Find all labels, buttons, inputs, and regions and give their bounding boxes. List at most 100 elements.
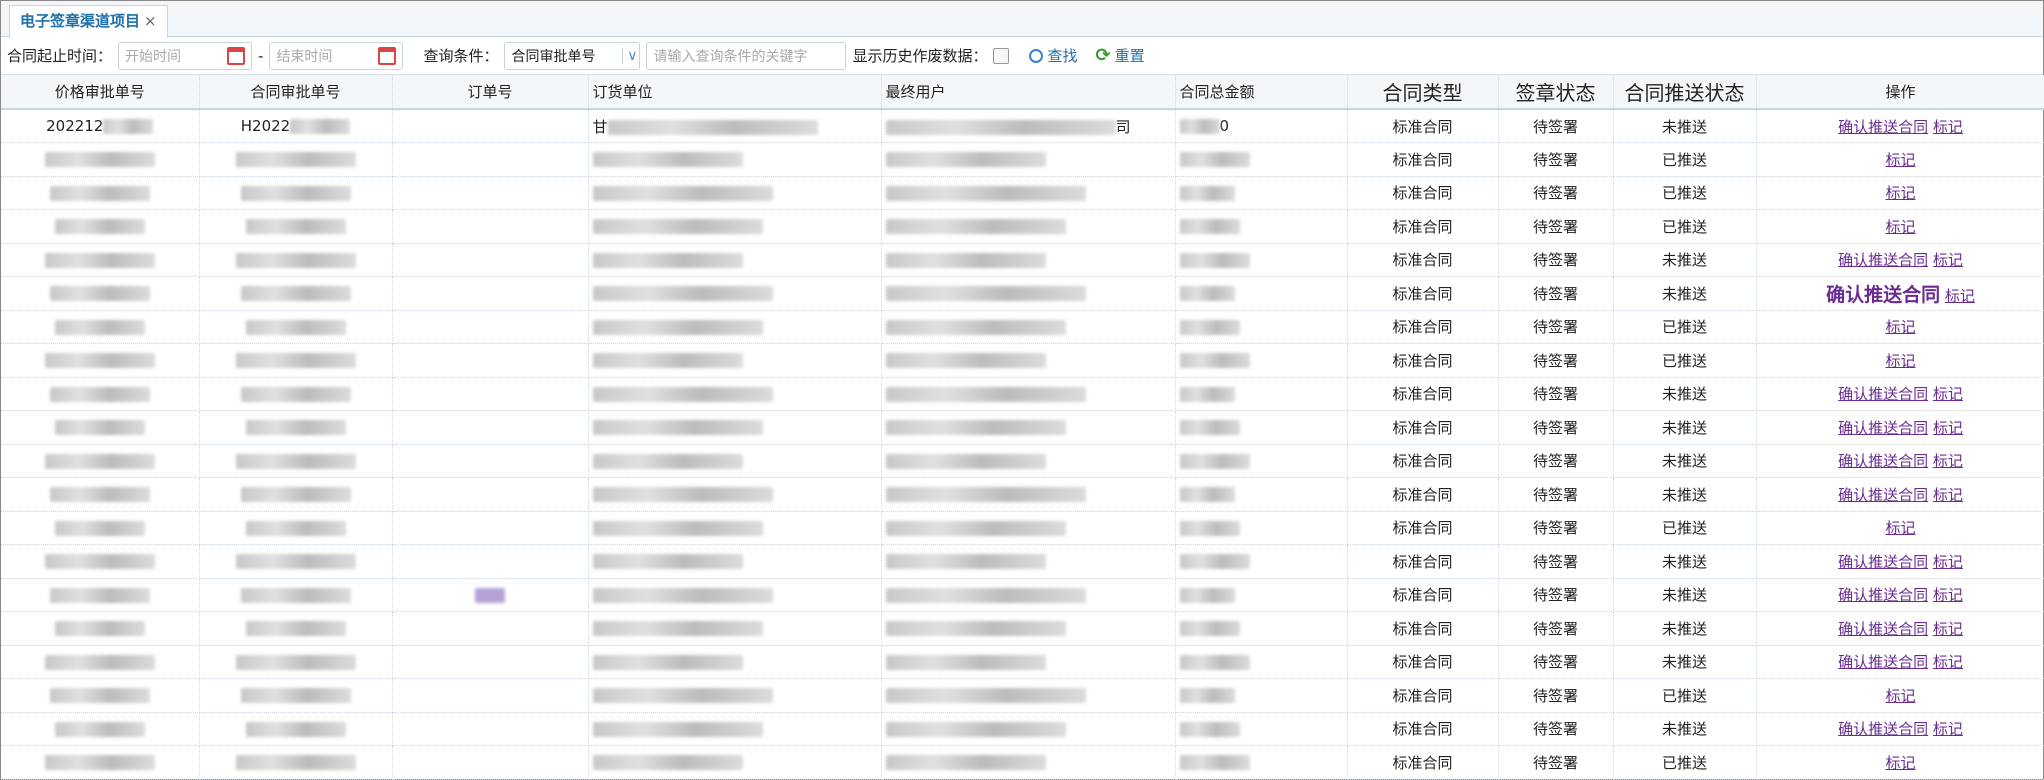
query-condition-select[interactable]: 合同审批单号 ∨ [504,41,641,70]
redacted-text [235,554,356,570]
ordering-unit-cell [588,343,882,378]
mark-link[interactable]: 标记 [1933,653,1963,671]
mark-link[interactable]: 标记 [1933,620,1963,638]
end-user-cell [881,176,1176,210]
end-user-cell: 司 [881,109,1176,143]
actions-cell: 标记 [1756,343,2044,378]
start-date-input[interactable]: 开始时间 [118,41,253,70]
mark-link[interactable]: 标记 [1885,151,1915,169]
mark-link[interactable]: 标记 [1885,318,1915,336]
mark-link[interactable]: 标记 [1885,218,1915,236]
refresh-icon: ⟳ [1095,45,1111,66]
actions-cell: 标记 [1756,745,2044,780]
mark-link[interactable]: 标记 [1933,553,1963,571]
contract-amount-cell [1175,477,1348,512]
contract-type-cell: 标准合同 [1347,142,1499,177]
table-row: 标准合同 待签署 未推送 确认推送合同 标记 [1,477,2044,512]
mark-link[interactable]: 标记 [1885,352,1915,370]
mark-link[interactable]: 标记 [1933,586,1963,604]
contract-approval-no-cell [199,310,393,344]
confirm-push-contract-link[interactable]: 确认推送合同 [1838,385,1928,403]
contract-amount-cell [1175,410,1348,445]
order-no-cell [392,276,589,311]
contract-type-cell: 标准合同 [1347,243,1499,277]
actions-cell: 确认推送合同 标记 [1756,276,2044,311]
end-user-cell [881,544,1176,579]
confirm-push-contract-link[interactable]: 确认推送合同 [1838,251,1928,269]
confirm-push-contract-link[interactable]: 确认推送合同 [1838,620,1928,638]
push-status-cell: 已推送 [1613,511,1757,545]
confirm-push-contract-link[interactable]: 确认推送合同 [1838,419,1928,437]
push-status-cell: 未推送 [1613,645,1757,679]
mark-link[interactable]: 标记 [1933,452,1963,470]
confirm-push-contract-link[interactable]: 确认推送合同 [1838,720,1928,738]
search-button[interactable]: 查找 [1029,45,1077,66]
price-approval-no-cell [1,176,200,210]
sign-status-cell: 待签署 [1498,511,1614,545]
mark-link[interactable]: 标记 [1885,687,1915,705]
price-approval-no-cell [1,410,200,445]
end-date-input[interactable]: 结束时间 [269,41,404,70]
order-no-cell [392,511,589,545]
push-status-cell: 未推送 [1613,444,1757,478]
table-row: 标准合同 待签署 未推送 确认推送合同 标记 [1,243,2044,277]
confirm-push-contract-link[interactable]: 确认推送合同 [1838,653,1928,671]
show-history-checkbox[interactable] [993,47,1010,64]
contract-approval-no-cell [199,578,393,612]
confirm-push-contract-link[interactable]: 确认推送合同 [1838,553,1928,571]
mark-link[interactable]: 标记 [1933,486,1963,504]
contract-type-cell: 标准合同 [1347,276,1499,311]
confirm-push-contract-link[interactable]: 确认推送合同 [1838,118,1928,136]
mark-link[interactable]: 标记 [1933,251,1963,269]
redacted-text [235,755,356,771]
mark-link[interactable]: 标记 [1885,754,1915,772]
redacted-text [44,654,155,670]
redacted-text [240,286,351,302]
contract-amount-cell: 0 [1175,109,1348,143]
mark-link[interactable]: 标记 [1933,419,1963,437]
mark-link[interactable]: 标记 [1933,720,1963,738]
tab-label: 电子签章渠道项目 [20,12,141,30]
actions-cell: 确认推送合同 标记 [1756,611,2044,646]
confirm-push-contract-link[interactable]: 确认推送合同 [1826,284,1940,306]
contract-approval-no-cell [199,477,393,512]
contract-type-cell: 标准合同 [1347,444,1499,478]
contract-amount-cell [1175,678,1348,713]
calendar-icon[interactable] [378,46,397,65]
order-no-cell [392,544,589,579]
confirm-push-contract-link[interactable]: 确认推送合同 [1838,586,1928,604]
order-no-cell [392,243,589,277]
end-user-cell [881,444,1176,478]
order-no-cell [392,745,589,780]
column-header-ordering-unit: 订货单位 [588,75,882,110]
push-status-cell: 未推送 [1613,578,1757,612]
sign-status-cell: 待签署 [1498,109,1614,143]
reset-button[interactable]: ⟳ 重置 [1095,45,1144,66]
mark-link[interactable]: 标记 [1933,118,1963,136]
confirm-push-contract-link[interactable]: 确认推送合同 [1838,486,1928,504]
tab-e-signature-channel-project[interactable]: 电子签章渠道项目 × [9,5,168,38]
redacted-text [885,520,1066,536]
redacted-text [885,554,1046,570]
redacted-text [885,252,1046,268]
table-row: 标准合同 待签署 已推送 标记 [1,678,2044,713]
contract-type-cell: 标准合同 [1347,209,1499,244]
push-status-cell: 已推送 [1613,142,1757,177]
mark-link[interactable]: 标记 [1945,287,1975,305]
mark-link[interactable]: 标记 [1933,385,1963,403]
calendar-icon[interactable] [227,46,246,65]
mark-link[interactable]: 标记 [1885,184,1915,202]
keyword-input[interactable]: 请输入查询条件的关键字 [646,41,847,70]
close-icon[interactable]: × [144,12,157,30]
contract-approval-no-cell [199,544,393,579]
confirm-push-contract-link[interactable]: 确认推送合同 [1838,452,1928,470]
push-status-cell: 已推送 [1613,343,1757,378]
redacted-text [592,185,773,201]
mark-link[interactable]: 标记 [1885,519,1915,537]
contract-type-cell: 标准合同 [1347,176,1499,210]
sign-status-cell: 待签署 [1498,611,1614,646]
table-row: 标准合同 待签署 已推送 标记 [1,310,2044,344]
redacted-text [1179,319,1240,335]
redacted-text [592,554,743,570]
end-user-cell [881,343,1176,378]
